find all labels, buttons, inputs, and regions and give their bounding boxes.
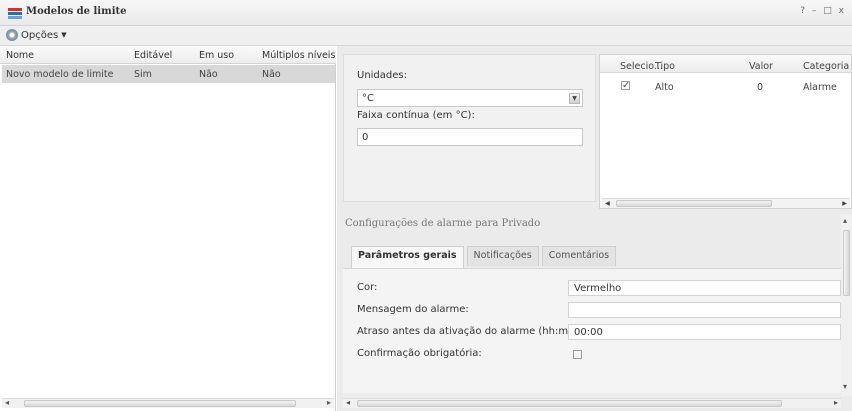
delay-label: Atraso antes da ativação do alarme (hh:m… bbox=[357, 326, 586, 337]
alarm-section-title: Configurações de alarme para Privado bbox=[345, 218, 541, 229]
deadband-input[interactable]: 0 bbox=[357, 128, 583, 146]
units-select[interactable]: °C ▼ bbox=[357, 89, 583, 107]
units-value: °C bbox=[362, 93, 374, 104]
minimize-icon[interactable]: – bbox=[812, 6, 819, 16]
details-vertical-scrollbar[interactable]: ▴ ▾ bbox=[841, 214, 852, 396]
chevron-down-icon: ▼ bbox=[61, 31, 67, 39]
cell-editavel: Sim bbox=[134, 69, 152, 80]
column-header-multiplos-niveis[interactable]: Múltiplos níveis bbox=[262, 50, 335, 61]
cell-valor: 0 bbox=[757, 82, 764, 93]
cell-tipo: Alto bbox=[655, 82, 674, 93]
color-label: Cor: bbox=[357, 282, 378, 293]
window-titlebar: Modelos de limite ? – □ x bbox=[0, 0, 852, 26]
column-header-editavel[interactable]: Editável bbox=[134, 50, 172, 61]
column-header-tipo[interactable]: Tipo bbox=[655, 61, 675, 72]
scroll-left-icon[interactable]: ◂ bbox=[5, 398, 9, 407]
delay-value: 00:00 bbox=[574, 327, 603, 338]
details-horizontal-scrollbar[interactable]: ◂ ▸ bbox=[343, 398, 841, 408]
gear-icon bbox=[6, 29, 18, 41]
select-checkbox[interactable]: ✓ bbox=[621, 81, 630, 90]
scroll-left-icon[interactable]: ◂ bbox=[605, 198, 610, 209]
scroll-right-icon[interactable]: ▸ bbox=[327, 398, 331, 407]
templates-grid-header: Nome Editável Em uso Múltiplos níveis bbox=[0, 46, 336, 64]
tab-parametros-gerais[interactable]: Parâmetros gerais bbox=[351, 246, 464, 268]
chevron-down-icon[interactable]: ▼ bbox=[569, 93, 580, 104]
color-select[interactable]: Vermelho bbox=[568, 280, 841, 296]
column-header-em-uso[interactable]: Em uso bbox=[199, 50, 234, 61]
templates-horizontal-scrollbar[interactable]: ◂ ▸ bbox=[2, 398, 334, 408]
color-value: Vermelho bbox=[574, 283, 622, 294]
app-icon bbox=[8, 8, 22, 19]
tab-comentarios[interactable]: Comentários bbox=[541, 246, 617, 266]
cell-em-uso: Não bbox=[199, 69, 218, 80]
column-header-valor[interactable]: Valor bbox=[749, 61, 773, 72]
cell-multiplos-niveis: Não bbox=[262, 69, 281, 80]
close-icon[interactable]: x bbox=[839, 6, 846, 16]
details-panel: Unidades: °C ▼ Faixa contínua (em °C): 0… bbox=[337, 46, 852, 411]
toolbar: Opções ▼ bbox=[0, 26, 852, 46]
limits-horizontal-scrollbar[interactable]: ◂ ▸ bbox=[602, 198, 850, 209]
column-header-categoria[interactable]: Categoria bbox=[803, 61, 849, 72]
column-header-nome[interactable]: Nome bbox=[6, 50, 34, 61]
scrollbar-thumb[interactable] bbox=[616, 200, 772, 207]
templates-panel: Nome Editável Em uso Múltiplos níveis No… bbox=[0, 46, 336, 411]
options-button[interactable]: Opções ▼ bbox=[6, 29, 67, 41]
scroll-right-icon[interactable]: ▸ bbox=[842, 198, 847, 209]
cell-nome: Novo modelo de limite bbox=[6, 69, 114, 80]
table-row[interactable]: Novo modelo de limite Sim Não Não bbox=[2, 65, 335, 83]
scrollbar-thumb[interactable] bbox=[843, 230, 850, 296]
general-params-panel: Cor: Vermelho Mensagem do alarme: Atraso… bbox=[343, 268, 841, 393]
scrollbar-thumb[interactable] bbox=[24, 400, 296, 407]
options-label: Opções bbox=[21, 29, 59, 41]
message-input[interactable] bbox=[568, 302, 841, 318]
tab-notificacoes[interactable]: Notificações bbox=[466, 246, 539, 266]
message-label: Mensagem do alarme: bbox=[357, 304, 469, 315]
deadband-label: Faixa contínua (em °C): bbox=[357, 110, 475, 121]
limits-grid: Selecio... Tipo Valor Categoria ✓ Alto 0… bbox=[599, 54, 852, 209]
ack-checkbox[interactable] bbox=[573, 350, 582, 359]
scroll-up-icon[interactable]: ▴ bbox=[843, 216, 847, 225]
help-icon[interactable]: ? bbox=[800, 6, 807, 16]
limits-grid-header: Selecio... Tipo Valor Categoria bbox=[600, 55, 851, 73]
units-box: Unidades: °C ▼ Faixa contínua (em °C): 0 bbox=[343, 54, 596, 202]
deadband-value: 0 bbox=[362, 132, 369, 143]
units-label: Unidades: bbox=[357, 70, 407, 81]
window-title: Modelos de limite bbox=[26, 6, 127, 17]
alarm-tabs: Parâmetros gerais Notificações Comentári… bbox=[351, 246, 617, 268]
scroll-left-icon[interactable]: ◂ bbox=[346, 398, 350, 407]
cell-categoria: Alarme bbox=[803, 82, 837, 93]
ack-label: Confirmação obrigatória: bbox=[357, 348, 482, 359]
scroll-down-icon[interactable]: ▾ bbox=[843, 382, 847, 391]
scrollbar-thumb[interactable] bbox=[357, 400, 782, 407]
delay-input[interactable]: 00:00 bbox=[568, 324, 841, 340]
window-controls: ? – □ x bbox=[800, 6, 846, 16]
scroll-right-icon[interactable]: ▸ bbox=[834, 398, 838, 407]
maximize-icon[interactable]: □ bbox=[823, 6, 834, 16]
